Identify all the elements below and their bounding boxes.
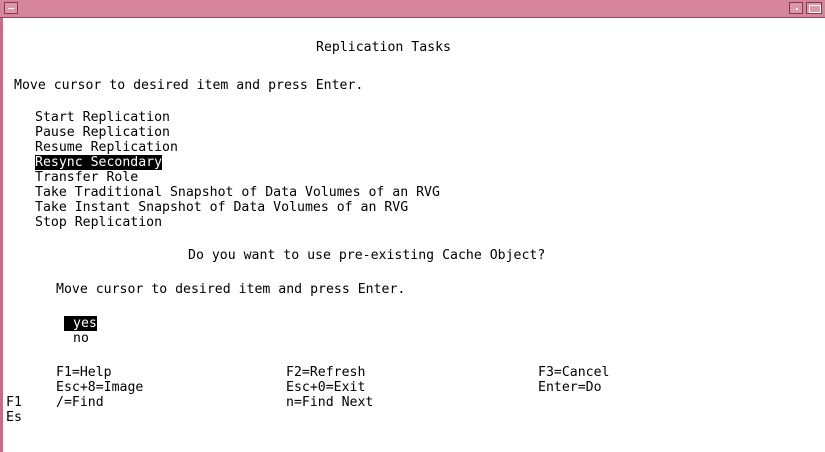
menu-item-pause-replication[interactable]: Pause Replication — [35, 125, 170, 140]
minimize-icon[interactable] — [789, 2, 803, 14]
option-yes[interactable]: yes — [64, 316, 97, 331]
key-f1-help[interactable]: F1=Help — [56, 365, 112, 380]
key-esc8-image[interactable]: Esc+8=Image — [56, 380, 143, 395]
window-title-bar — [0, 0, 825, 18]
key-find-next[interactable]: n=Find Next — [286, 395, 373, 410]
key-find[interactable]: /=Find — [56, 395, 104, 410]
screen-instruction: Move cursor to desired item and press En… — [14, 78, 364, 93]
menu-item-resume-replication[interactable]: Resume Replication — [35, 140, 178, 155]
key-f3-cancel[interactable]: F3=Cancel — [538, 365, 609, 380]
menu-item-resync-secondary[interactable]: Resync Secondary — [35, 155, 163, 170]
dialog-instruction: Move cursor to desired item and press En… — [56, 282, 406, 297]
window-menu-icon[interactable] — [4, 2, 18, 14]
menu-item-start-replication[interactable]: Start Replication — [35, 110, 170, 125]
menu-item-transfer-role[interactable]: Transfer Role — [35, 170, 138, 185]
menu-item-traditional-snapshot[interactable]: Take Traditional Snapshot of Data Volume… — [35, 185, 440, 200]
menu-item-instant-snapshot[interactable]: Take Instant Snapshot of Data Volumes of… — [35, 200, 408, 215]
background-key-f1: F1 — [6, 395, 22, 410]
key-esc0-exit[interactable]: Esc+0=Exit — [286, 380, 365, 395]
background-key-es: Es — [6, 410, 22, 425]
option-no[interactable]: no — [73, 331, 89, 346]
key-enter-do[interactable]: Enter=Do — [538, 380, 602, 395]
menu-item-stop-replication[interactable]: Stop Replication — [35, 215, 162, 230]
terminal-screen: Replication Tasks Move cursor to desired… — [0, 18, 825, 452]
maximize-icon[interactable] — [806, 2, 822, 14]
dialog-question: Do you want to use pre-existing Cache Ob… — [188, 248, 546, 263]
key-f2-refresh[interactable]: F2=Refresh — [286, 365, 365, 380]
screen-title: Replication Tasks — [316, 40, 451, 55]
